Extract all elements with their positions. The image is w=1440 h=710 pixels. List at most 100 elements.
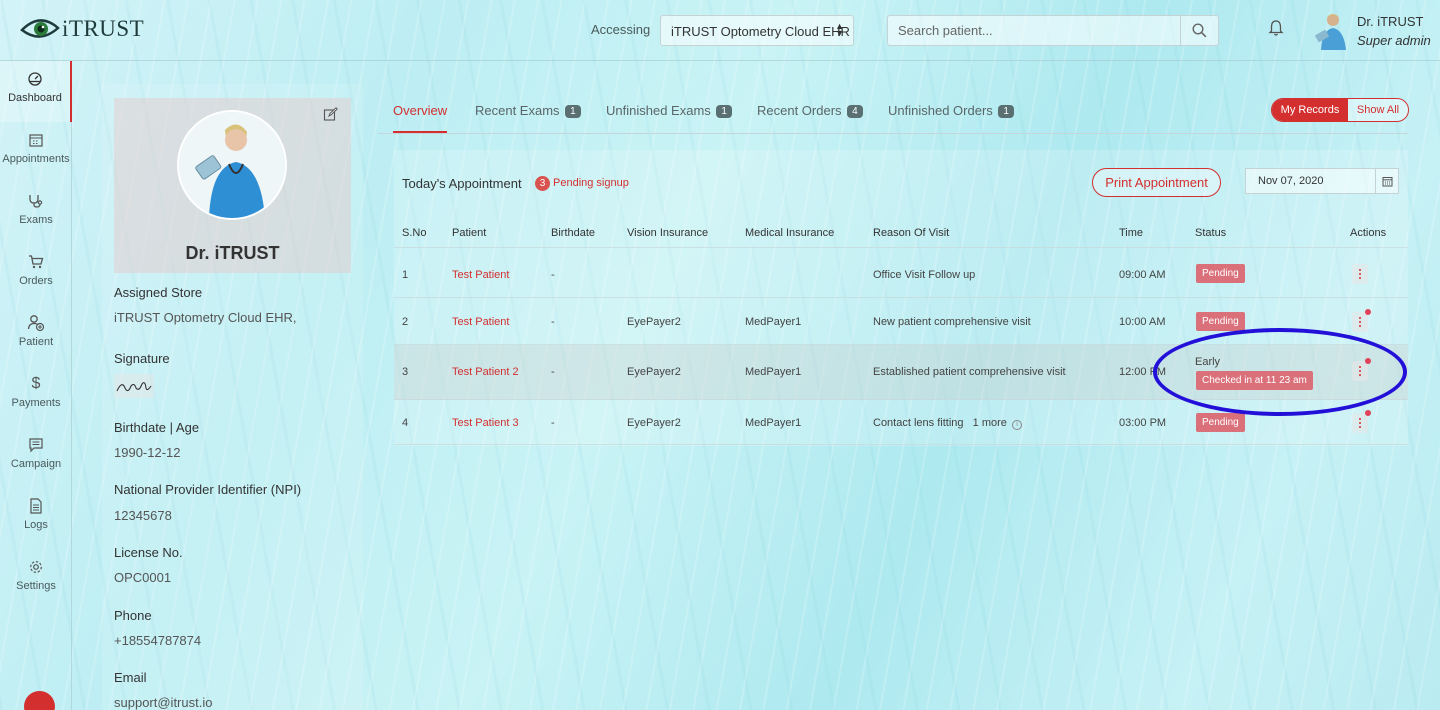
- table-row: 3 Test Patient 2 - EyePayer2 MedPayer1 E…: [394, 345, 1408, 400]
- search-button[interactable]: [1180, 16, 1218, 45]
- user-avatar[interactable]: [1313, 12, 1349, 50]
- patient-link[interactable]: Test Patient: [452, 316, 509, 328]
- user-role: Super admin: [1357, 33, 1431, 48]
- cell-sno: 1: [402, 269, 409, 281]
- column-header: Medical Insurance: [745, 227, 835, 239]
- user-name[interactable]: Dr. iTRUST: [1357, 14, 1423, 29]
- reason-text: Contact lens fitting: [873, 417, 964, 429]
- add-person-icon: [27, 315, 45, 332]
- patient-link[interactable]: Test Patient: [452, 269, 509, 281]
- dashboard-gauge-icon: [28, 72, 42, 86]
- tab-recent-orders[interactable]: Recent Orders 4: [757, 103, 863, 133]
- tab-unfinished-exams[interactable]: Unfinished Exams 1: [606, 103, 732, 133]
- cell-reason: Contact lens fitting 1 more i: [873, 417, 1022, 430]
- profile-header: Dr. iTRUST: [114, 98, 351, 273]
- sidebar-item-settings[interactable]: Settings: [0, 549, 72, 610]
- column-header: S.No: [402, 227, 427, 239]
- document-icon: [30, 498, 42, 514]
- logo[interactable]: iTRUST: [20, 14, 144, 44]
- sidebar-item-orders[interactable]: Orders: [0, 244, 72, 305]
- cell-birthdate: -: [551, 366, 555, 378]
- store-select-value: iTRUST Optometry Cloud EHR: [671, 24, 850, 39]
- notification-dot: [1365, 309, 1371, 315]
- signature-image: [114, 374, 154, 398]
- my-records-button[interactable]: My Records: [1272, 99, 1348, 121]
- npi-label: National Provider Identifier (NPI): [114, 482, 302, 497]
- sidebar-item-exams[interactable]: Exams: [0, 183, 72, 244]
- cell-sno: 4: [402, 417, 409, 429]
- search-input[interactable]: [888, 16, 1178, 45]
- column-header: Patient: [452, 227, 487, 239]
- sidebar-item-label: Payments: [11, 397, 61, 409]
- sidebar-item-label: Orders: [19, 275, 53, 287]
- cell-reason: Established patient comprehensive visit: [873, 366, 1066, 378]
- npi-value: 12345678: [114, 508, 172, 523]
- patient-link[interactable]: Test Patient 2: [452, 366, 519, 378]
- row-actions-button[interactable]: [1352, 309, 1371, 332]
- phone-label: Phone: [114, 608, 152, 623]
- more-reasons-link[interactable]: 1 more i: [973, 417, 1022, 430]
- sidebar-item-label: Campaign: [10, 458, 62, 470]
- column-header: Vision Insurance: [627, 227, 709, 239]
- profile-name: Dr. iTRUST: [185, 243, 280, 263]
- notification-dot: [1365, 358, 1371, 364]
- email-label: Email: [114, 670, 147, 685]
- tab-unfinished-orders[interactable]: Unfinished Orders 1: [888, 103, 1014, 133]
- sidebar-item-campaign[interactable]: Campaign: [0, 427, 72, 488]
- status-text: Early: [1195, 356, 1221, 368]
- edit-profile-button[interactable]: [323, 107, 338, 127]
- calendar-icon[interactable]: [1375, 169, 1398, 193]
- sidebar-item-dashboard[interactable]: Dashboard: [0, 61, 72, 122]
- tab-count-badge: 4: [847, 105, 863, 118]
- checked-in-badge: Checked in at 11 23 am: [1196, 371, 1313, 390]
- tab-label: Recent Orders: [757, 103, 842, 118]
- row-actions-button[interactable]: [1352, 410, 1371, 433]
- store-select[interactable]: iTRUST Optometry Cloud EHR ▲ ▼: [660, 15, 854, 46]
- notification-dot: [1365, 410, 1371, 416]
- birthdate-value: 1990-12-12: [114, 445, 181, 460]
- cart-icon: [29, 255, 44, 269]
- cell-medical-insurance: MedPayer1: [745, 366, 802, 378]
- patient-link[interactable]: Test Patient 3: [452, 417, 519, 429]
- row-actions-button[interactable]: [1352, 358, 1371, 381]
- column-header: Actions: [1350, 227, 1387, 239]
- gear-icon: [30, 561, 42, 573]
- print-appointment-button[interactable]: Print Appointment: [1092, 168, 1221, 197]
- tab-label: Unfinished Orders: [888, 103, 993, 118]
- cell-medical-insurance: MedPayer1: [745, 417, 802, 429]
- sidebar-item-payments[interactable]: $ Payments: [0, 366, 72, 427]
- search-icon: [1192, 23, 1207, 38]
- pending-signup-link[interactable]: 3 Pending signup: [535, 176, 629, 191]
- tab-recent-exams[interactable]: Recent Exams 1: [475, 103, 581, 133]
- profile-photo: [177, 110, 287, 220]
- appointment-date-picker[interactable]: Nov 07, 2020: [1245, 168, 1399, 194]
- sidebar-item-label: Exams: [19, 214, 53, 226]
- header-divider: [394, 247, 1408, 248]
- notification-button[interactable]: [1268, 19, 1284, 42]
- sidebar-item-appointments[interactable]: Appointments: [0, 122, 72, 183]
- tab-overview[interactable]: Overview: [393, 103, 448, 133]
- column-header: Time: [1119, 227, 1144, 239]
- cell-medical-insurance: MedPayer1: [745, 316, 802, 328]
- status-badge: Pending: [1196, 264, 1245, 283]
- table-row: 2 Test Patient - EyePayer2 MedPayer1 New…: [394, 298, 1408, 345]
- sidebar-item-label: Logs: [24, 519, 48, 531]
- profile-panel: Dr. iTRUST Assigned Store iTRUST Optomet…: [102, 84, 363, 710]
- show-all-button[interactable]: Show All: [1348, 99, 1408, 121]
- dollar-icon: $: [31, 375, 41, 392]
- cell-time: 09:00 AM: [1119, 269, 1166, 281]
- email-value: support@itrust.io: [114, 695, 213, 710]
- appointments-card: Today's Appointment 3 Pending signup Prin…: [394, 150, 1408, 446]
- tab-label: Recent Exams: [475, 103, 560, 118]
- bell-icon: [1268, 20, 1284, 36]
- sidebar-item-logs[interactable]: Logs: [0, 488, 72, 549]
- tab-label: Unfinished Exams: [606, 103, 711, 118]
- tab-count-badge: 1: [565, 105, 581, 118]
- table-row: 4 Test Patient 3 - EyePayer2 MedPayer1 C…: [394, 400, 1408, 445]
- row-actions-button[interactable]: [1352, 264, 1368, 284]
- cell-birthdate: -: [551, 417, 555, 429]
- status-badge: Pending: [1196, 413, 1245, 432]
- sidebar-item-patient[interactable]: Patient: [0, 305, 72, 366]
- cell-birthdate: -: [551, 269, 555, 281]
- status-badge: Pending: [1196, 312, 1245, 331]
